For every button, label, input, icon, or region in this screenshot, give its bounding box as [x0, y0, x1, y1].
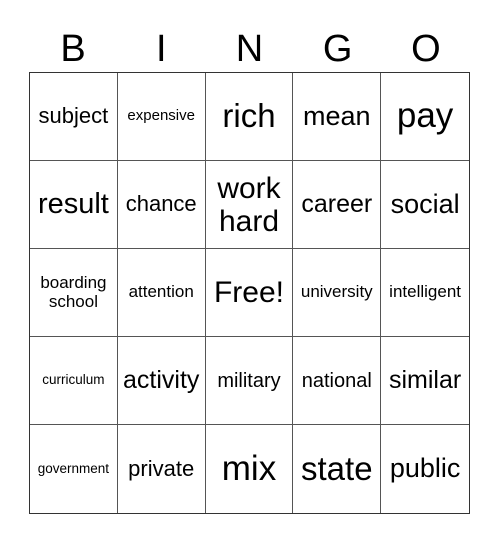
- bingo-cell[interactable]: attention: [117, 249, 206, 337]
- bingo-cell[interactable]: result: [30, 161, 118, 249]
- bingo-cell[interactable]: university: [293, 249, 382, 337]
- bingo-cell[interactable]: private: [118, 425, 206, 513]
- bingo-grid: subject expensive rich mean pay result c…: [29, 72, 470, 514]
- bingo-cell[interactable]: public: [381, 425, 469, 513]
- header-letter-b: B: [60, 28, 86, 70]
- bingo-cell[interactable]: government: [30, 425, 118, 513]
- bingo-cell[interactable]: subject: [30, 73, 118, 161]
- header-letter-n: N: [235, 28, 264, 70]
- bingo-header: B I N G O: [29, 26, 470, 72]
- bingo-cell[interactable]: military: [205, 337, 294, 425]
- bingo-cell[interactable]: mix: [206, 425, 294, 513]
- bingo-cell[interactable]: career: [293, 161, 382, 249]
- bingo-cell[interactable]: state: [293, 425, 382, 513]
- bingo-cell[interactable]: rich: [205, 73, 294, 161]
- bingo-cell[interactable]: work hard: [205, 161, 294, 249]
- header-letter-i: I: [156, 28, 167, 70]
- bingo-cell[interactable]: activity: [117, 337, 206, 425]
- bingo-cell[interactable]: intelligent: [381, 249, 469, 337]
- bingo-cell[interactable]: mean: [293, 73, 382, 161]
- bingo-cell[interactable]: social: [381, 161, 469, 249]
- bingo-cell[interactable]: expensive: [117, 73, 206, 161]
- bingo-cell[interactable]: boarding school: [30, 249, 118, 337]
- bingo-cell[interactable]: curriculum: [30, 337, 118, 425]
- bingo-cell[interactable]: national: [293, 337, 382, 425]
- header-letter-g: G: [322, 28, 353, 70]
- bingo-cell[interactable]: similar: [381, 337, 469, 425]
- bingo-cell-free[interactable]: Free!: [205, 249, 294, 337]
- bingo-cell[interactable]: pay: [381, 73, 469, 161]
- bingo-cell[interactable]: chance: [117, 161, 206, 249]
- header-letter-o: O: [411, 28, 441, 70]
